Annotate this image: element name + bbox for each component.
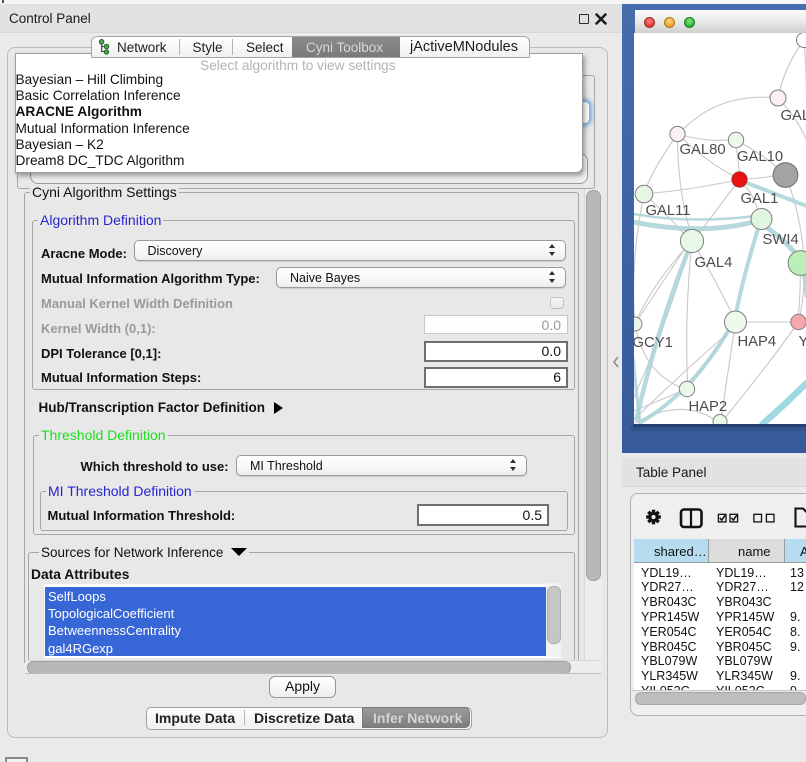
svg-text:GAL7: GAL7	[780, 108, 806, 124]
svg-text:GCY1: GCY1	[634, 335, 673, 351]
svg-text:HAP4: HAP4	[737, 334, 776, 350]
svg-text:SWI4: SWI4	[762, 232, 798, 248]
svg-text:GAL10: GAL10	[737, 149, 783, 165]
svg-text:GAL1: GAL1	[740, 191, 778, 207]
svg-text:GAL4: GAL4	[694, 255, 732, 271]
svg-text:HAP2: HAP2	[688, 399, 727, 415]
svg-text:YEL: YEL	[798, 334, 806, 350]
svg-text:GAL80: GAL80	[679, 142, 725, 158]
svg-text:GAL11: GAL11	[645, 203, 690, 219]
